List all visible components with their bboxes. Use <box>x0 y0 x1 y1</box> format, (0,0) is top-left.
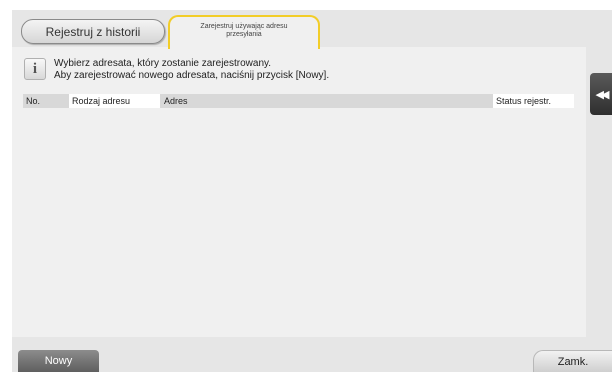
instruction-line-1: Wybierz adresata, który zostanie zarejes… <box>54 58 272 69</box>
info-icon-glyph: i <box>32 60 38 77</box>
column-header-registration-status[interactable]: Status rejestr. <box>493 94 574 108</box>
new-button-label: Nowy <box>44 355 73 367</box>
tab-register-from-history[interactable]: Rejestruj z historii <box>21 19 165 44</box>
double-chevron-left-icon: ◀◀ <box>595 88 610 101</box>
column-header-address[interactable]: Adres <box>161 94 491 108</box>
close-button[interactable]: Zamk. <box>533 350 612 372</box>
collapse-panel-button[interactable]: ◀◀ <box>590 73 612 115</box>
info-icon: i <box>24 58 46 80</box>
instruction-line-2: Aby zarejestrować nowego adresata, naciś… <box>54 70 330 81</box>
tab-dest-label: Zarejestruj używając adresu przesyłania <box>200 23 288 38</box>
tab-register-using-destination[interactable]: Zarejestruj używając adresu przesyłania <box>168 15 320 49</box>
new-button[interactable]: Nowy <box>18 350 99 372</box>
column-header-address-type[interactable]: Rodzaj adresu <box>69 94 160 108</box>
content-panel <box>12 47 586 337</box>
screen: Rejestruj z historii Zarejestruj używają… <box>0 0 612 372</box>
tab-history-label: Rejestruj z historii <box>45 24 141 39</box>
column-header-no[interactable]: No. <box>23 94 67 108</box>
close-button-label: Zamk. <box>557 355 589 368</box>
